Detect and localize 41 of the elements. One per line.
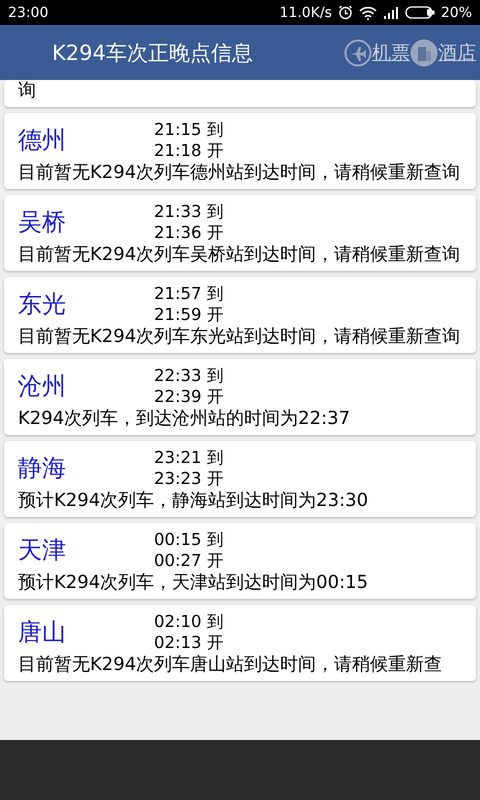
station-name: 唐山 xyxy=(18,617,67,648)
airplane-icon xyxy=(344,38,372,66)
station-name: 德州 xyxy=(18,125,67,156)
signal-icon xyxy=(382,6,399,19)
station-name: 东光 xyxy=(18,289,67,320)
arrival-time: 00:15 到 xyxy=(154,529,224,550)
arrival-note: 目前暂无K294次列车唐山站到达时间，请稍候重新查 xyxy=(18,654,444,676)
alarm-icon xyxy=(338,5,353,20)
station-name: 静海 xyxy=(18,453,67,484)
departure-time: 21:59 开 xyxy=(154,304,224,325)
departure-time: 23:23 开 xyxy=(154,468,224,489)
arrival-note: 询 xyxy=(18,80,37,102)
wifi-icon xyxy=(358,6,377,20)
arrival-note: 预计K294次列车，天津站到达时间为00:15 xyxy=(18,572,370,594)
header-link[interactable]: 机票 xyxy=(372,40,410,66)
arrival-note: 目前暂无K294次列车德州站到达时间，请稍候重新查询 xyxy=(18,162,462,184)
arrival-note: K294次列车，到达沧州站的时间为22:37 xyxy=(18,408,352,430)
building-icon xyxy=(410,38,438,66)
departure-time: 22:39 开 xyxy=(154,386,224,407)
arrival-time: 21:57 到 xyxy=(154,283,224,304)
station-name: 吴桥 xyxy=(18,207,67,238)
arrival-note: 目前暂无K294次列车吴桥站到达时间，请稍候重新查询 xyxy=(18,244,462,266)
station-name: 天津 xyxy=(18,535,67,566)
arrival-time: 22:33 到 xyxy=(154,365,224,386)
arrival-time: 23:21 到 xyxy=(154,447,224,468)
battery-percent: 20% xyxy=(440,4,472,20)
arrival-note: 预计K294次列车，静海站到达时间为23:30 xyxy=(18,490,370,512)
page-title: K294车次正晚点信息 xyxy=(52,40,254,66)
departure-time: 21:36 开 xyxy=(154,222,224,243)
battery-icon xyxy=(404,6,435,19)
arrival-time: 02:10 到 xyxy=(154,611,224,632)
header-link[interactable]: 酒店 xyxy=(438,40,476,66)
station-name: 沧州 xyxy=(18,371,67,402)
arrival-time: 21:33 到 xyxy=(154,201,224,222)
network-speed: 11.0K/s xyxy=(280,4,332,20)
departure-time: 21:18 开 xyxy=(154,140,224,161)
departure-time: 00:27 开 xyxy=(154,550,224,571)
departure-time: 02:13 开 xyxy=(154,632,224,653)
status-time: 23:00 xyxy=(8,4,48,20)
arrival-note: 目前暂无K294次列车东光站到达时间，请稍候重新查询 xyxy=(18,326,462,348)
arrival-time: 21:15 到 xyxy=(154,119,224,140)
